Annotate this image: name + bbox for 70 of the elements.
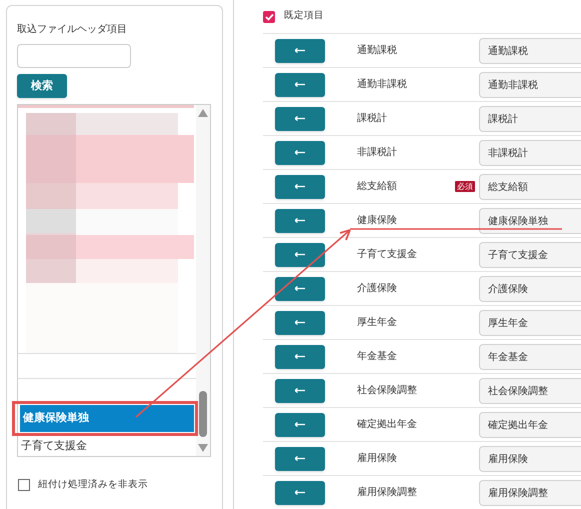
arrow-left-icon: [295, 490, 305, 495]
item-label: 介護保険: [357, 282, 398, 296]
item-label: 非課税計: [357, 146, 398, 160]
assign-button[interactable]: [275, 378, 325, 402]
arrow-left-icon: [295, 82, 305, 87]
assign-button[interactable]: [275, 344, 325, 368]
field-label: 取込ファイルヘッダ項目: [17, 23, 128, 37]
arrow-left-icon: [295, 422, 305, 427]
mapping-field[interactable]: 年金基金: [479, 344, 581, 370]
assign-button[interactable]: [275, 106, 325, 130]
mapping-field[interactable]: 厚生年金: [479, 310, 581, 336]
item-label: 総支給額: [357, 180, 398, 194]
scroll-up-icon[interactable]: [198, 109, 208, 117]
arrow-left-icon: [295, 48, 305, 53]
arrow-left-icon: [295, 116, 305, 121]
arrow-left-icon: [295, 456, 305, 461]
assign-button[interactable]: [275, 208, 325, 232]
arrow-left-icon: [295, 218, 305, 223]
list-item[interactable]: 子育て支援金: [18, 437, 196, 455]
assign-button[interactable]: [275, 310, 325, 334]
item-label: 確定拠出年金: [357, 418, 418, 432]
item-label: 厚生年金: [357, 316, 398, 330]
arrow-left-icon: [295, 252, 305, 257]
item-label: 雇用保険: [357, 452, 398, 466]
mapping-field[interactable]: 非課税計: [479, 140, 581, 166]
arrow-left-icon: [295, 320, 305, 325]
assign-button[interactable]: [275, 242, 325, 266]
assign-button[interactable]: [275, 140, 325, 164]
mapping-field[interactable]: 総支給額: [479, 174, 581, 200]
mapping-field[interactable]: 課税計: [479, 106, 581, 132]
checkbox[interactable]: [18, 479, 30, 492]
assign-button[interactable]: [275, 38, 325, 62]
search-button[interactable]: 検索: [17, 74, 67, 98]
mapping-field[interactable]: 雇用保険: [479, 446, 581, 472]
item-label: 通勤非課税: [357, 78, 408, 92]
scroll-down-icon[interactable]: [198, 444, 208, 452]
item-label: 通勤課税: [357, 44, 398, 58]
list-item[interactable]: 健康保険単独: [20, 405, 194, 432]
mapping-field[interactable]: 通勤課税: [479, 38, 581, 64]
checkbox-label: 既定項目: [284, 9, 324, 24]
arrow-left-icon: [295, 184, 305, 189]
checkbox[interactable]: [263, 10, 275, 22]
mapping-field[interactable]: 通勤非課税: [479, 72, 581, 98]
assign-button[interactable]: [275, 412, 325, 436]
mapping-field[interactable]: 子育て支援金: [479, 242, 581, 268]
arrow-left-icon: [295, 286, 305, 291]
item-label: 健康保険: [357, 214, 398, 228]
assign-button[interactable]: [275, 446, 325, 470]
mapping-field[interactable]: 確定拠出年金: [479, 412, 581, 438]
arrow-left-icon: [295, 354, 305, 359]
arrow-left-icon: [295, 388, 305, 393]
checkbox-label: 紐付け処理済みを非表示: [38, 478, 148, 492]
assign-button[interactable]: [275, 276, 325, 300]
assign-button[interactable]: [275, 480, 325, 504]
arrow-left-icon: [295, 150, 305, 155]
item-label: 課税計: [357, 112, 388, 126]
mapping-field[interactable]: 介護保険: [479, 276, 581, 302]
required-badge: 必須: [455, 181, 475, 192]
mapping-field[interactable]: 雇用保険調整: [479, 480, 581, 506]
mapping-field[interactable]: 健康保険単独: [479, 208, 581, 234]
item-label: 年金基金: [357, 350, 398, 364]
mapping-field[interactable]: 社会保険調整: [479, 378, 581, 404]
scroll-thumb[interactable]: [199, 391, 207, 437]
item-label: 雇用保険調整: [357, 486, 418, 500]
search-field[interactable]: [17, 44, 131, 68]
assign-button[interactable]: [275, 72, 325, 96]
item-label: 社会保険調整: [357, 384, 418, 398]
assign-button[interactable]: [275, 174, 325, 198]
scrollbar[interactable]: [196, 105, 210, 456]
item-label: 子育て支援金: [357, 248, 418, 262]
